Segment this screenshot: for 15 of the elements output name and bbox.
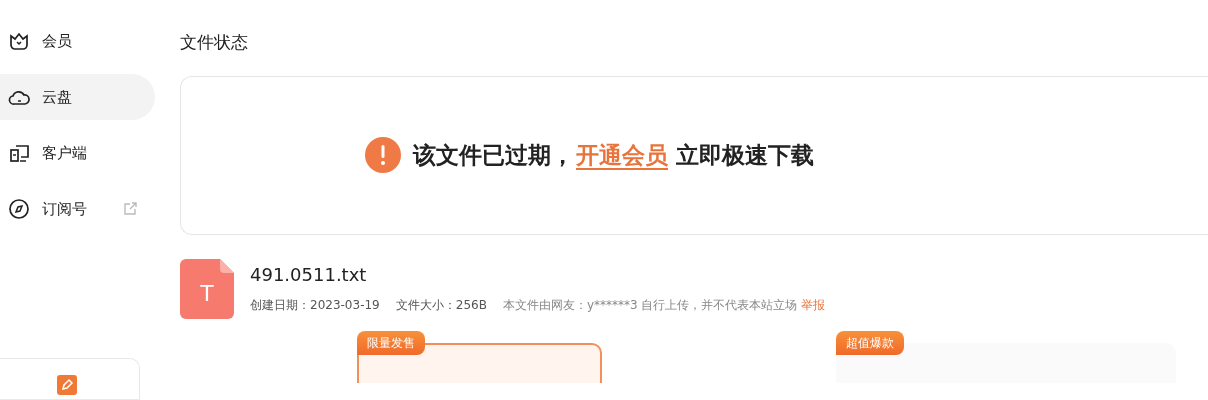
text-file-icon: T xyxy=(180,258,234,319)
devices-icon xyxy=(8,142,30,164)
created-date: 创建日期：2023-03-19 xyxy=(250,296,380,314)
file-size: 文件大小：256B xyxy=(395,296,487,314)
warning-icon xyxy=(365,137,401,173)
promo-tag: 限量发售 xyxy=(357,330,425,355)
expired-message: 该文件已过期，开通会员 立即极速下载 xyxy=(413,140,814,172)
file-name: 491.0511.txt xyxy=(250,262,367,287)
sidebar-item[interactable]: 云盘 xyxy=(0,74,155,120)
promo-tag: 超值爆款 xyxy=(836,330,904,355)
edit-icon[interactable] xyxy=(57,375,77,395)
uploader-note: 本文件由网友：y******3 自行上传，并不代表本站立场 xyxy=(502,296,798,314)
crown-icon xyxy=(8,30,30,52)
compass-icon xyxy=(8,198,30,220)
section-title: 文件状态 xyxy=(180,31,248,54)
